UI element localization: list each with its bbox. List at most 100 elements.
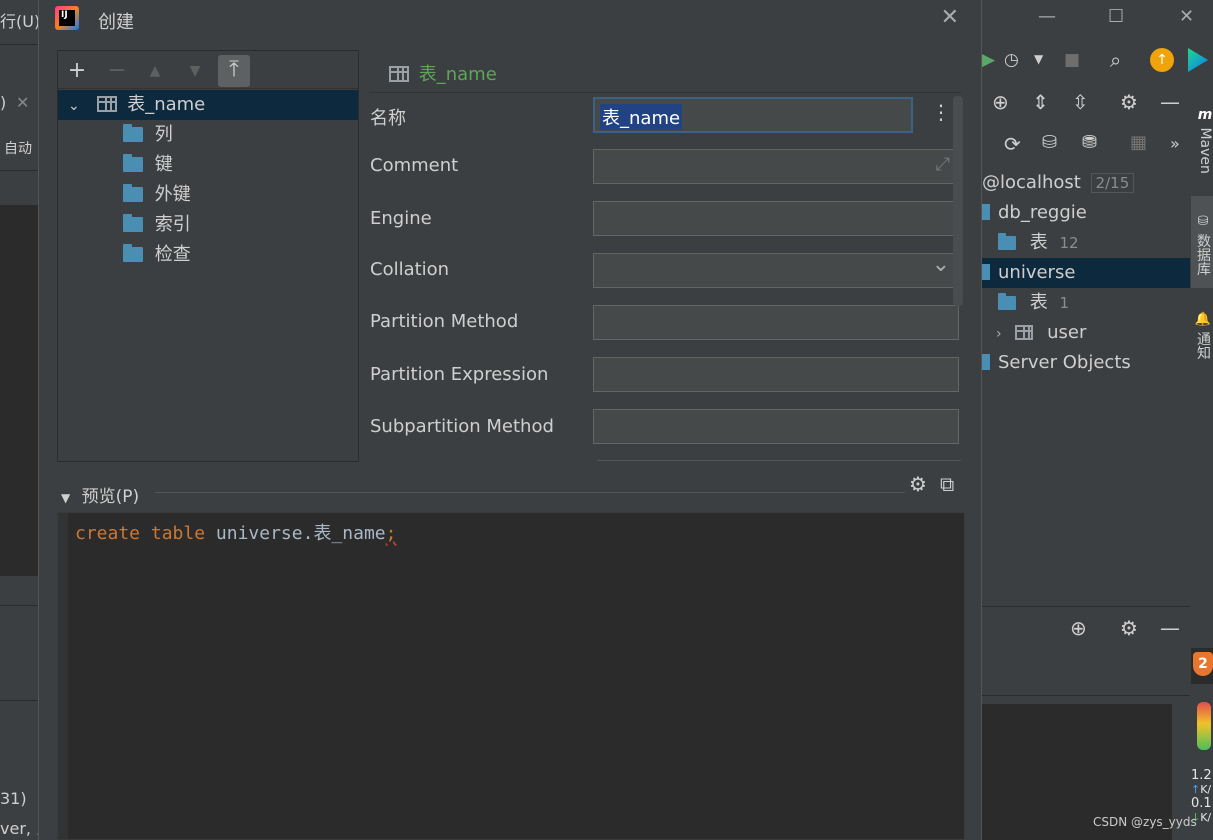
watermark: CSDN @zys_yyds (1093, 815, 1197, 829)
more-icon[interactable]: » (1170, 134, 1180, 153)
properties-scrollbar[interactable] (953, 96, 963, 306)
schema-icon (982, 264, 990, 280)
engine-label: Engine (370, 208, 432, 229)
divider (369, 92, 961, 93)
close-button[interactable]: ✕ (941, 5, 959, 30)
folder-icon (998, 293, 1016, 310)
collapse-all-icon[interactable]: ⇳ (1072, 90, 1089, 114)
open-external-icon[interactable]: ⧉ (940, 472, 954, 496)
more-options-icon[interactable]: ⋮ (931, 100, 951, 124)
toolbox-icon[interactable] (1188, 48, 1208, 72)
inspection-widget[interactable]: 2 (1191, 648, 1213, 684)
folder-icon (998, 233, 1016, 250)
partition-method-field[interactable] (593, 305, 959, 340)
preview-settings-icon[interactable]: ⚙ (909, 472, 927, 496)
add-icon[interactable]: + (62, 57, 92, 87)
shield-badge-icon: 2 (1193, 652, 1213, 676)
auto-label[interactable]: 自动 (4, 138, 32, 158)
move-up-icon[interactable]: ▲ (140, 57, 170, 87)
refresh-icon[interactable]: ⟳ (1004, 132, 1021, 156)
folder-icon (123, 124, 143, 142)
tab-fragment[interactable]: ) (0, 93, 6, 112)
table-icon (1015, 325, 1034, 340)
search-icon[interactable]: ⌕ (1110, 48, 1121, 72)
hide-icon[interactable]: — (1160, 90, 1180, 114)
db-properties-icon[interactable]: ⛁ (1042, 132, 1057, 153)
maximize-icon[interactable]: ☐ (1108, 6, 1124, 27)
db-reggie-tables-row[interactable]: 表 12 (982, 228, 1190, 258)
table-view-icon[interactable]: ▦ (1130, 132, 1147, 153)
db-reggie-row[interactable]: db_reggie (982, 198, 1190, 228)
tab-close-icon[interactable]: ✕ (16, 93, 29, 112)
chevron-down-icon[interactable]: ⌄ (68, 98, 80, 114)
tree-root-label: 表_name (127, 94, 206, 115)
db-stop-icon[interactable]: ⛃ (1082, 132, 1097, 153)
bottom-locate-icon[interactable]: ⊕ (1070, 616, 1087, 640)
sql-code: create table universe.表_name; (75, 523, 397, 544)
database-tab[interactable]: ⛁ 数据库 (1191, 196, 1213, 288)
move-down-icon[interactable]: ▼ (180, 57, 210, 87)
settings-icon[interactable]: ⚙ (1120, 90, 1138, 114)
comment-field[interactable]: ⤢ (593, 149, 959, 184)
tree-root-table[interactable]: ⌄ 表_name (58, 90, 358, 120)
expand-icon[interactable]: ⤢ (936, 154, 950, 175)
properties-header: 表_name (389, 60, 497, 86)
tree-item-keys[interactable]: 键 (58, 150, 358, 180)
schema-icon (982, 204, 990, 220)
comment-label: Comment (370, 155, 459, 176)
divider (155, 492, 905, 493)
collapse-arrow-icon[interactable]: ▼ (61, 491, 70, 505)
minimize-icon[interactable]: — (1038, 6, 1056, 27)
expand-all-icon[interactable]: ⇕ (1032, 90, 1049, 114)
notifications-tab[interactable]: 🔔 通知 (1191, 300, 1213, 368)
bottom-settings-icon[interactable]: ⚙ (1120, 616, 1138, 640)
tree-item-columns[interactable]: 列 (58, 120, 358, 150)
partition-method-label: Partition Method (370, 311, 519, 332)
engine-field[interactable] (593, 201, 959, 236)
maven-tab[interactable]: m Maven (1191, 88, 1213, 188)
ide-right-panel: — ☐ ✕ ▶ ◷ ▼ ■ ⌕ ↑ ⊕ ⇕ ⇳ ⚙ — ⟳ ⛁ ⛃ ▦ » @l… (982, 0, 1213, 840)
sql-preview-editor[interactable]: create table universe.表_name; (57, 512, 965, 840)
dialog-title-bar[interactable]: IJ 创建 ✕ (39, 0, 983, 38)
subpartition-method-field[interactable] (593, 409, 959, 444)
folder-icon (123, 244, 143, 262)
run-icon[interactable]: ▶ (982, 50, 995, 70)
db-host-row[interactable]: @localhost 2/15 (982, 168, 1190, 198)
editor-gutter (58, 513, 68, 839)
remove-icon[interactable]: − (102, 57, 132, 87)
collation-label: Collation (370, 259, 450, 280)
profile-dropdown-icon[interactable]: ▼ (1034, 52, 1043, 66)
profile-icon[interactable]: ◷ (1004, 50, 1019, 70)
stop-icon[interactable]: ■ (1064, 50, 1080, 70)
tree-toolbar: + − ▲ ▼ ⤒ (58, 51, 358, 89)
partition-expression-label: Partition Expression (370, 364, 549, 385)
user-table-row[interactable]: › user (982, 318, 1190, 348)
table-icon (389, 66, 409, 82)
chevron-right-icon[interactable]: › (996, 326, 1002, 342)
folder-icon (123, 214, 143, 232)
chevron-down-icon[interactable]: ⌄ (932, 252, 950, 277)
locate-icon[interactable]: ⊕ (992, 90, 1009, 114)
tree-item-checks[interactable]: 检查 (58, 240, 358, 270)
universe-row[interactable]: universe (982, 258, 1190, 288)
pin-icon[interactable]: ⤒ (218, 55, 250, 87)
collation-select[interactable]: ⌄ (593, 252, 959, 288)
server-objects-icon (982, 354, 990, 370)
name-field[interactable]: 表_name (593, 97, 913, 133)
tree-item-indexes[interactable]: 索引 (58, 210, 358, 240)
maven-icon: m (1197, 106, 1213, 123)
server-objects-row[interactable]: Server Objects (982, 348, 1190, 378)
ide-editor-area (0, 205, 38, 575)
window-close-icon[interactable]: ✕ (1179, 6, 1194, 27)
partition-expression-field[interactable] (593, 357, 959, 392)
name-value: 表_name (600, 104, 683, 130)
bottom-hide-icon[interactable]: — (1160, 616, 1180, 640)
update-icon[interactable]: ↑ (1150, 48, 1174, 72)
folder-icon (123, 184, 143, 202)
menu-fragment[interactable]: 行(U) (0, 8, 40, 32)
folder-icon (123, 154, 143, 172)
table-icon (97, 96, 118, 112)
preview-header[interactable]: ▼ 预览(P) (61, 482, 139, 507)
tree-item-foreign-keys[interactable]: 外键 (58, 180, 358, 210)
universe-tables-row[interactable]: 表 1 (982, 288, 1190, 318)
